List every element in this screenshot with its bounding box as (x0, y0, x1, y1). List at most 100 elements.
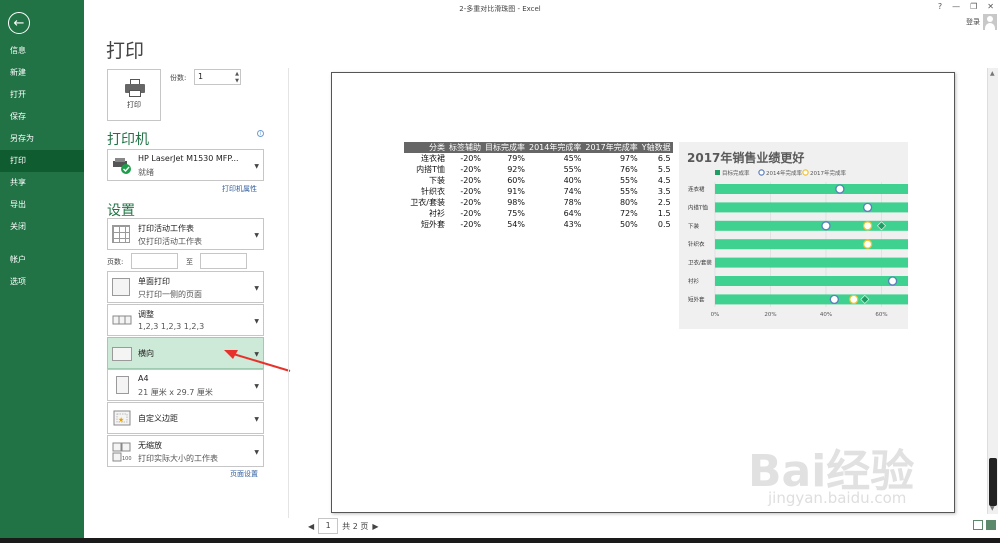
restore-icon[interactable]: ❐ (970, 2, 977, 11)
table-cell: 55% (563, 165, 582, 174)
table-cell: 54% (507, 220, 525, 229)
table-cell: 98% (507, 198, 525, 207)
red-arrow-annotation (224, 350, 291, 372)
table-row: 下装 -20% 60% 40% 55% 4.5 (404, 175, 673, 186)
preview-scrollbar[interactable]: ▲ ▼ (987, 68, 998, 514)
marker-2017 (849, 294, 859, 305)
pages-to-label: 至 (186, 258, 193, 266)
help-icon[interactable]: ? (938, 2, 942, 11)
print-scope-select[interactable]: 打印活动工作表 仅打印活动工作表 ▼ (107, 218, 264, 250)
table-cell: 91% (507, 187, 525, 196)
info-icon[interactable]: i (257, 130, 264, 137)
svg-text:★: ★ (118, 416, 124, 424)
legend-label: 2014年完成率 (766, 169, 802, 177)
nav-item-close[interactable]: 关闭 (0, 216, 84, 238)
table-cell: -20% (460, 165, 481, 174)
nav-item-account[interactable]: 帐户 (0, 249, 84, 271)
legend-label: 2017年完成率 (810, 169, 846, 177)
window-controls: ? — ❐ ✕ (938, 2, 994, 11)
zoom-to-page-icon[interactable] (986, 520, 996, 530)
legend-marker (802, 169, 809, 176)
table-header: 2017年完成率 (583, 142, 640, 153)
collate-icon (112, 311, 132, 329)
nav-item-save-as[interactable]: 另存为 (0, 128, 84, 150)
table-header: 目标完成率 (483, 142, 527, 153)
spin-down-icon[interactable]: ▼ (235, 78, 239, 84)
table-row: 连衣裙 -20% 79% 45% 97% 6.5 (404, 153, 673, 164)
table-cell: -20% (460, 209, 481, 218)
table-cell: 74% (563, 187, 582, 196)
paper-description: 21 厘米 x 29.7 厘米 (138, 388, 213, 397)
table-header: 2014年完成率 (527, 142, 584, 153)
scaling-description: 打印实际大小的工作表 (138, 454, 218, 463)
print-button[interactable]: 打印 (107, 69, 161, 121)
table-cell: 75% (507, 209, 525, 218)
worksheet-icon (112, 225, 130, 243)
watermark-url: jingyan.baidu.com (768, 489, 907, 507)
nav-item-new[interactable]: 新建 (0, 62, 84, 84)
table-cell-category: 连衣裙 (421, 154, 445, 163)
scope-description: 仅打印活动工作表 (138, 237, 202, 246)
table-cell: 2.5 (657, 198, 671, 207)
avatar-icon[interactable] (983, 14, 997, 30)
scaling-select[interactable]: 100 无缩放 打印实际大小的工作表 ▼ (107, 435, 264, 467)
page-setup-link[interactable]: 页面设置 (230, 469, 258, 479)
nav-item-info[interactable]: 信息 (0, 40, 84, 62)
printer-device-icon (112, 157, 131, 175)
settings-heading: 设置 (107, 203, 135, 219)
prev-page-icon[interactable]: ◀ (308, 522, 314, 531)
table-cell: 76% (619, 165, 638, 174)
table-cell: -20% (460, 154, 481, 163)
nav-item-share[interactable]: 共享 (0, 172, 84, 194)
table-cell: 92% (507, 165, 525, 174)
category-label: 衬衫 (688, 277, 700, 285)
total-pages: 共 2 页 (342, 521, 369, 531)
table-row: 短外套 -20% 54% 43% 50% 0.5 (404, 219, 673, 230)
nav-item-export[interactable]: 导出 (0, 194, 84, 216)
category-label: 内搭T恤 (688, 203, 708, 211)
printer-properties-link[interactable]: 打印机属性 (222, 184, 257, 194)
table-cell: 72% (619, 209, 638, 218)
page-title: 打印 (106, 40, 145, 62)
table-header: 分类 (404, 142, 447, 153)
table-cell-category: 内搭T恤 (416, 165, 445, 174)
table-cell: 79% (507, 154, 525, 163)
sides-select[interactable]: 单面打印 只打印一侧的页面 ▼ (107, 271, 264, 303)
close-icon[interactable]: ✕ (987, 2, 994, 11)
collate-select[interactable]: 调整 1,2,3 1,2,3 1,2,3 ▼ (107, 304, 264, 336)
preview-page-nav: ◀ 1 共 2 页 ▶ (308, 518, 379, 534)
scaling-icon: 100 (112, 442, 132, 462)
x-tick-label: 0% (711, 312, 720, 318)
current-page-input[interactable]: 1 (318, 518, 339, 534)
category-bar (715, 294, 908, 305)
printer-select[interactable]: HP LaserJet M1530 MFP... 就绪 ▼ (107, 149, 264, 181)
nav-item-print[interactable]: 打印 (0, 150, 84, 172)
nav-item-save[interactable]: 保存 (0, 106, 84, 128)
legend-marker (758, 169, 765, 176)
nav-item-open[interactable]: 打开 (0, 84, 84, 106)
spin-up-icon[interactable]: ▲ (235, 71, 239, 77)
table-cell-category: 衬衫 (429, 209, 445, 218)
table-cell: 45% (563, 154, 582, 163)
pages-to-input[interactable] (200, 253, 247, 269)
margins-icon: ★ (112, 409, 131, 427)
pages-from-input[interactable] (131, 253, 178, 269)
next-page-icon[interactable]: ▶ (372, 522, 378, 531)
table-header-row: 分类 标签辅助 目标完成率 2014年完成率 2017年完成率 Y轴数据 (404, 142, 673, 153)
table-row: 内搭T恤 -20% 92% 55% 76% 5.5 (404, 164, 673, 175)
scroll-up-icon[interactable]: ▲ (990, 70, 995, 77)
scroll-down-icon[interactable]: ▼ (990, 505, 995, 512)
printer-name: HP LaserJet M1530 MFP... (138, 154, 239, 163)
nav-item-options[interactable]: 选项 (0, 271, 84, 293)
margins-select[interactable]: ★ 自定义边距 ▼ (107, 402, 264, 434)
copies-input[interactable]: 1 ▲ ▼ (194, 69, 241, 85)
back-arrow-icon[interactable]: ← (8, 12, 30, 34)
scroll-thumb[interactable] (989, 458, 997, 506)
table-row: 卫衣/套装 -20% 98% 78% 80% 2.5 (404, 197, 673, 208)
sides-description: 只打印一侧的页面 (138, 290, 202, 299)
category-bar (715, 184, 908, 194)
show-margins-icon[interactable] (973, 520, 983, 530)
table-cell: 64% (563, 209, 582, 218)
minimize-icon[interactable]: — (952, 2, 960, 11)
login-link[interactable]: 登录 (966, 17, 980, 27)
